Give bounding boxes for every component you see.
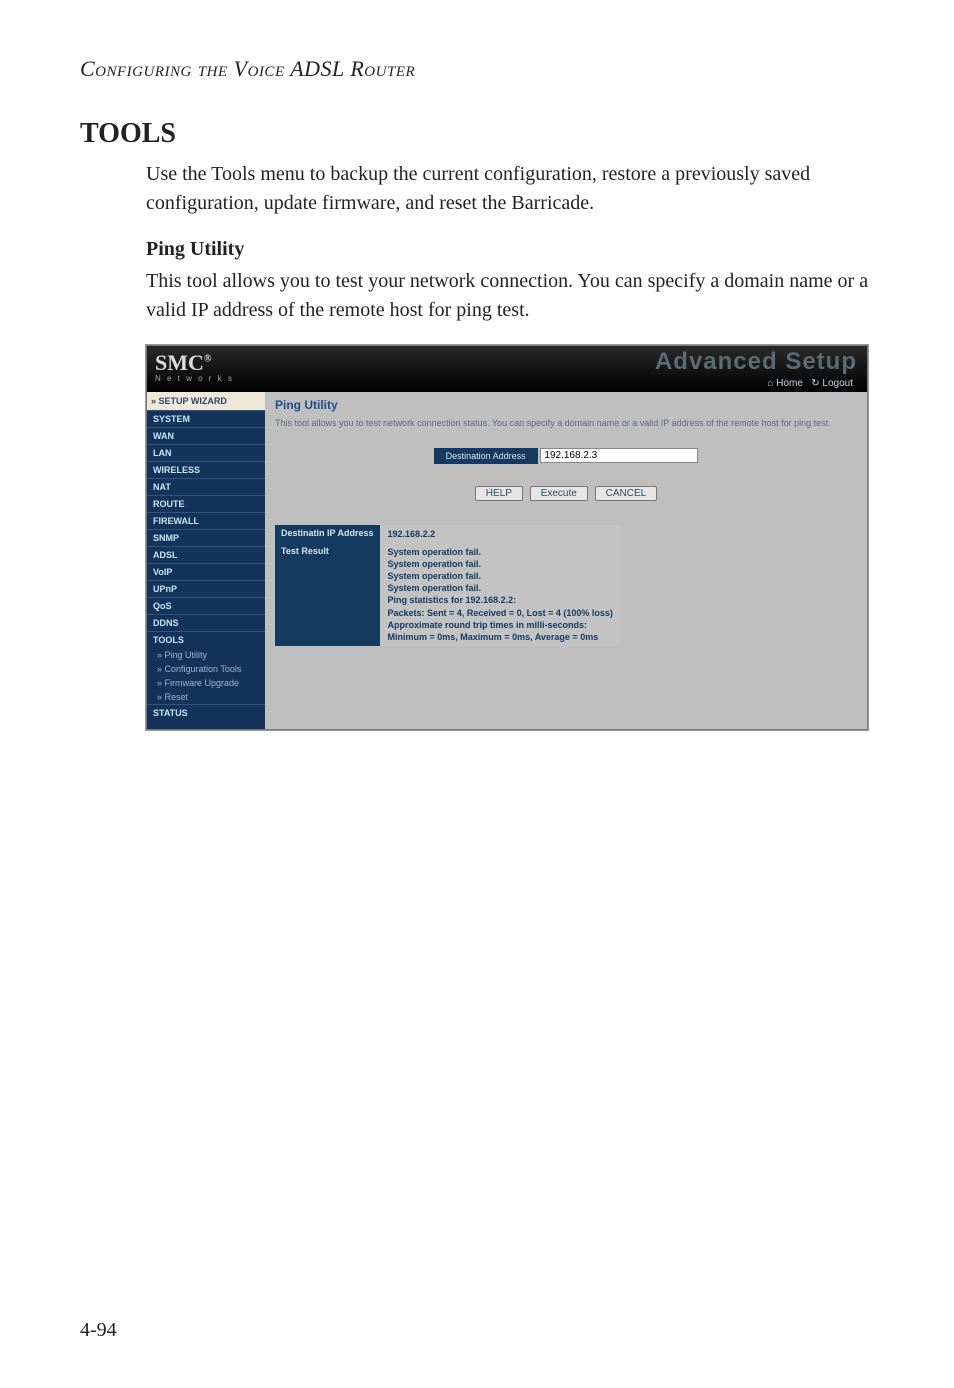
result-line: System operation fail. xyxy=(388,571,482,581)
sidebar-item-firewall[interactable]: FIREWALL xyxy=(147,512,265,529)
sub-paragraph: This tool allows you to test your networ… xyxy=(146,267,874,325)
section-title: TOOLS xyxy=(80,118,874,150)
result-line: Minimum = 0ms, Maximum = 0ms, Average = … xyxy=(388,632,599,642)
home-link[interactable]: Home xyxy=(776,378,803,389)
result-test-value: System operation fail. System operation … xyxy=(380,543,621,646)
result-table: Destinatin IP Address 192.168.2.2 Test R… xyxy=(275,525,621,646)
panel-description: This tool allows you to test network con… xyxy=(275,418,857,430)
sidebar-item-tools[interactable]: TOOLS xyxy=(147,631,265,648)
sidebar-item-status[interactable]: STATUS xyxy=(147,704,265,721)
result-line: Packets: Sent = 4, Received = 0, Lost = … xyxy=(388,608,613,618)
main-panel: Ping Utility This tool allows you to tes… xyxy=(265,392,867,729)
intro-paragraph: Use the Tools menu to backup the current… xyxy=(146,160,874,218)
sidebar-item-route[interactable]: ROUTE xyxy=(147,495,265,512)
brand-logo: SMC® xyxy=(155,350,211,376)
execute-button[interactable]: Execute xyxy=(530,486,588,501)
running-head: Configuring the Voice ADSL Router xyxy=(80,56,874,82)
app-header: SMC® N e t w o r k s Advanced Setup ⌂ Ho… xyxy=(147,346,867,392)
destination-address-label: Destination Address xyxy=(434,448,538,464)
result-addr-label: Destinatin IP Address xyxy=(275,525,380,543)
header-links: ⌂ Home ↻ Logout xyxy=(767,378,853,389)
sidebar-item-upnp[interactable]: UPnP xyxy=(147,580,265,597)
sidebar-sub-ping[interactable]: » Ping Utility xyxy=(147,648,265,662)
sidebar-sub-reset[interactable]: » Reset xyxy=(147,690,265,704)
result-line: Approximate round trip times in milli-se… xyxy=(388,620,588,630)
sidebar-item-wireless[interactable]: WIRELESS xyxy=(147,461,265,478)
sidebar-sub-firmware[interactable]: » Firmware Upgrade xyxy=(147,676,265,690)
panel-title: Ping Utility xyxy=(275,398,857,412)
sidebar-item-ddns[interactable]: DDNS xyxy=(147,614,265,631)
home-icon: ⌂ xyxy=(767,378,773,389)
result-line: System operation fail. xyxy=(388,583,482,593)
sidebar-sub-config-tools[interactable]: » Configuration Tools xyxy=(147,662,265,676)
logout-icon: ↻ xyxy=(811,378,819,389)
destination-address-input[interactable] xyxy=(540,448,698,463)
result-test-label: Test Result xyxy=(275,543,380,646)
result-line: System operation fail. xyxy=(388,559,482,569)
sub-title: Ping Utility xyxy=(146,238,874,261)
sidebar-item-adsl[interactable]: ADSL xyxy=(147,546,265,563)
sidebar: » SETUP WIZARD SYSTEM WAN LAN WIRELESS N… xyxy=(147,392,265,729)
result-line: System operation fail. xyxy=(388,547,482,557)
sidebar-item-system[interactable]: SYSTEM xyxy=(147,410,265,427)
logout-link[interactable]: Logout xyxy=(822,378,853,389)
sidebar-setup-wizard[interactable]: » SETUP WIZARD xyxy=(147,392,265,410)
result-addr-value: 192.168.2.2 xyxy=(380,525,621,543)
cancel-button[interactable]: CANCEL xyxy=(595,486,658,501)
help-button[interactable]: HELP xyxy=(475,486,523,501)
wordmark: Advanced Setup xyxy=(655,348,857,376)
sidebar-item-qos[interactable]: QoS xyxy=(147,597,265,614)
sidebar-item-wan[interactable]: WAN xyxy=(147,427,265,444)
sidebar-item-lan[interactable]: LAN xyxy=(147,444,265,461)
router-admin-screenshot: SMC® N e t w o r k s Advanced Setup ⌂ Ho… xyxy=(146,345,868,730)
sidebar-item-nat[interactable]: NAT xyxy=(147,478,265,495)
result-line: Ping statistics for 192.168.2.2: xyxy=(388,595,517,605)
brand-subtext: N e t w o r k s xyxy=(155,374,234,383)
page-number: 4-94 xyxy=(80,1319,117,1342)
sidebar-item-voip[interactable]: VoIP xyxy=(147,563,265,580)
sidebar-item-snmp[interactable]: SNMP xyxy=(147,529,265,546)
